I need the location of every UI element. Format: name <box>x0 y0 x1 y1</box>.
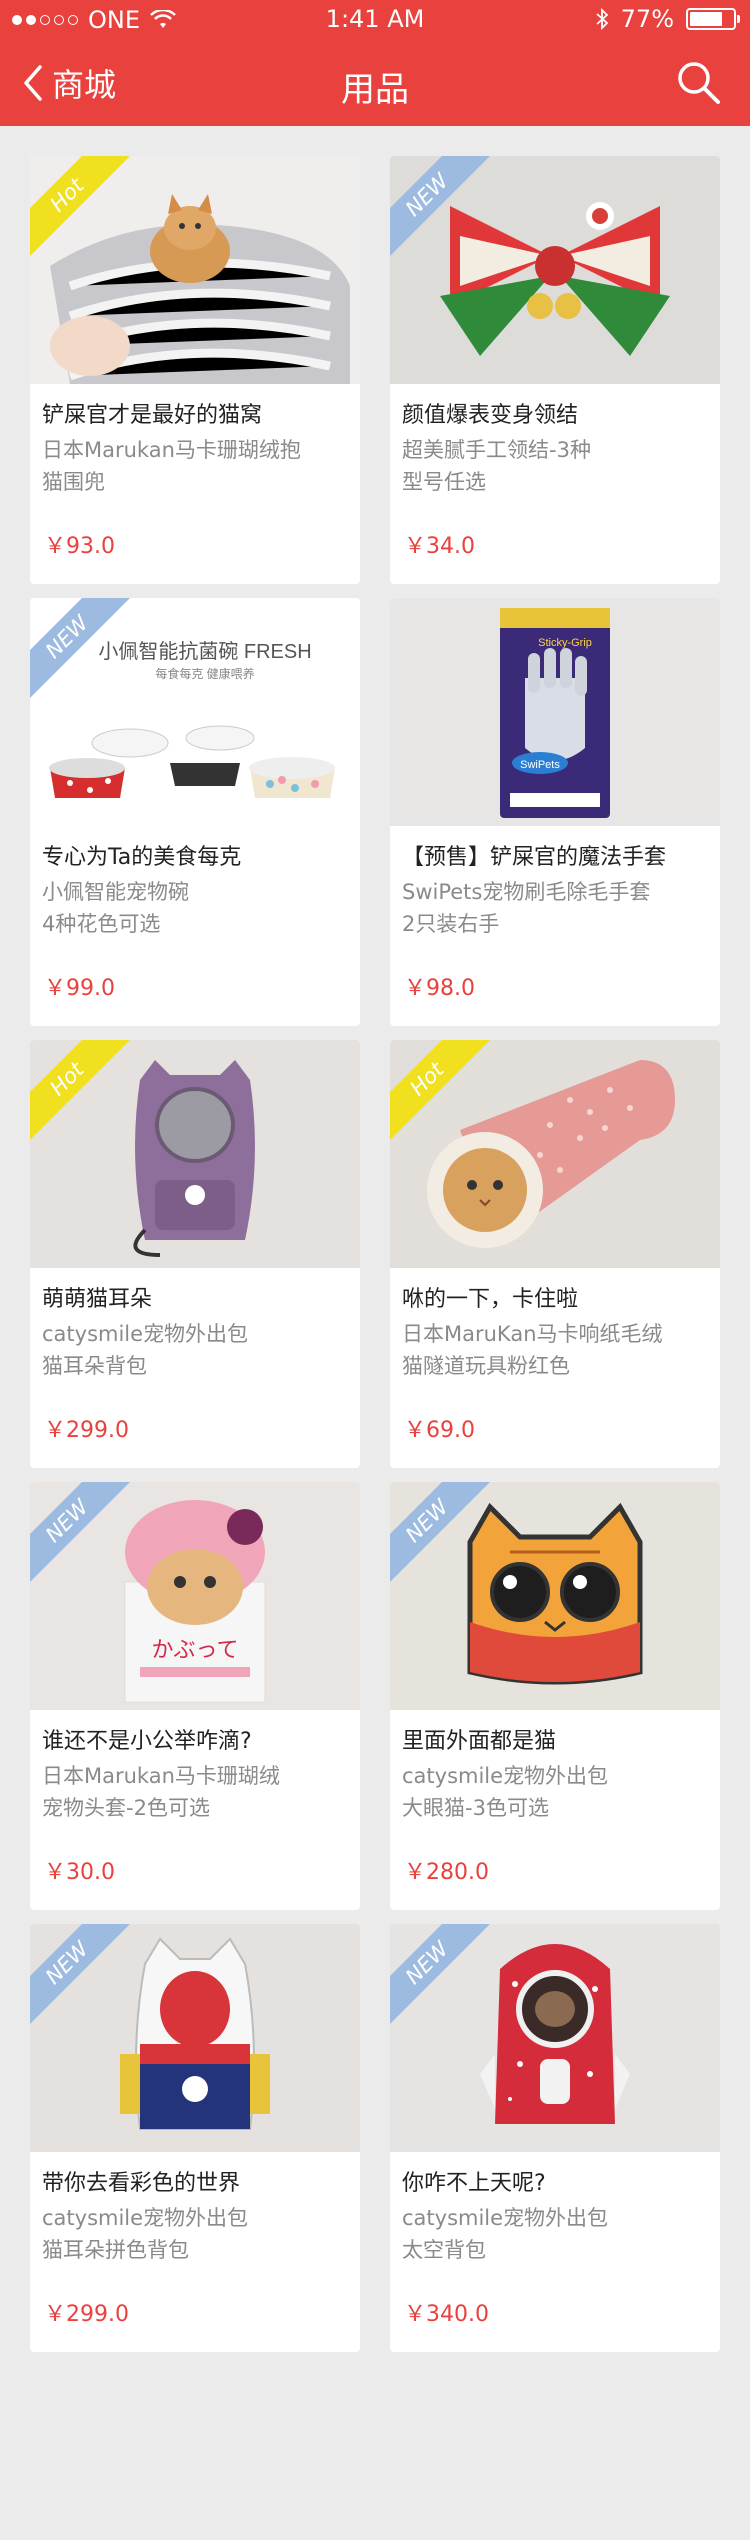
product-name: 里面外面都是猫 <box>402 1729 557 1754</box>
product-card[interactable]: 小佩智能抗菌碗 FRESH 每食每克 健康喂养 NEW 专心为Ta的美食每克 小… <box>30 598 360 1026</box>
product-info: 萌萌猫耳朵 catysmile宠物外出包 猫耳朵背包 <box>42 1284 350 1382</box>
product-name: 你咋不上天呢? <box>402 2171 546 2196</box>
product-price: ￥299.0 <box>44 1418 129 1443</box>
product-card[interactable]: SwiPets Sticky-Grip 【预售】铲屎官的魔法手套 SwiPets… <box>390 598 720 1026</box>
product-info: 谁还不是小公举咋滴? 日本Marukan马卡珊瑚绒 宠物头套-2色可选 <box>42 1726 350 1824</box>
glove-tagline-text: Sticky-Grip <box>538 637 592 649</box>
product-description: 日本Marukan马卡珊瑚绒 宠物头套-2色可选 <box>42 1764 280 1820</box>
product-description: catysmile宠物外出包 太空背包 <box>402 2206 609 2262</box>
product-price: ￥93.0 <box>44 534 115 559</box>
product-info: 【预售】铲屎官的魔法手套 SwiPets宠物刷毛除毛手套 2只装右手 <box>402 842 710 940</box>
product-card[interactable]: Hot 萌萌猫耳朵 catysmile宠物外出包 猫耳朵背包 ￥299.0 <box>30 1040 360 1468</box>
product-card[interactable]: NEW 颜值爆表变身领结 超美腻手工领结-3种 型号任选 ￥34.0 <box>390 156 720 584</box>
product-description: catysmile宠物外出包 大眼猫-3色可选 <box>402 1764 609 1820</box>
search-icon <box>678 62 720 104</box>
product-description: catysmile宠物外出包 猫耳朵背包 <box>42 1322 249 1378</box>
product-info: 你咋不上天呢? catysmile宠物外出包 太空背包 <box>402 2168 710 2266</box>
battery-percent: 77% <box>620 5 674 33</box>
search-button[interactable] <box>674 58 722 110</box>
product-card[interactable]: NEW 你咋不上天呢? catysmile宠物外出包 太空背包 ￥340.0 <box>390 1924 720 2352</box>
product-name: 颜值爆表变身领结 <box>402 403 579 428</box>
product-description: 小佩智能宠物碗 4种花色可选 <box>42 880 189 936</box>
product-description: 日本Marukan马卡珊瑚绒抱 猫围兜 <box>42 438 301 494</box>
product-description: 日本MaruKan马卡响纸毛绒 猫隧道玩具粉红色 <box>402 1322 663 1378</box>
product-price: ￥99.0 <box>44 976 115 1001</box>
product-card[interactable]: Hot 咻的一下，卡住啦 日本MaruKan马卡响纸毛绒 猫隧道玩具粉红色 ￥6… <box>390 1040 720 1468</box>
product-price: ￥98.0 <box>404 976 475 1001</box>
glove-brand-text: SwiPets <box>520 759 560 771</box>
product-description: 超美腻手工领结-3种 型号任选 <box>402 438 591 494</box>
bowl-brand-text: 小佩智能抗菌碗 FRESH <box>98 640 311 663</box>
page-title: 用品 <box>341 70 409 110</box>
product-info: 颜值爆表变身领结 超美腻手工领结-3种 型号任选 <box>402 400 710 498</box>
product-price: ￥340.0 <box>404 2302 489 2327</box>
product-info: 专心为Ta的美食每克 小佩智能宠物碗 4种花色可选 <box>42 842 350 940</box>
hood-brand-text: かぶって <box>152 1638 239 1663</box>
battery-icon <box>686 8 740 30</box>
product-name: 带你去看彩色的世界 <box>42 2171 241 2196</box>
status-bar: ONE 1:41 AM 77% <box>0 0 750 40</box>
status-right: 77% <box>595 5 740 33</box>
product-name: 【预售】铲屎官的魔法手套 <box>402 845 667 870</box>
product-info: 带你去看彩色的世界 catysmile宠物外出包 猫耳朵拼色背包 <box>42 2168 350 2266</box>
product-info: 咻的一下，卡住啦 日本MaruKan马卡响纸毛绒 猫隧道玩具粉红色 <box>402 1284 710 1382</box>
product-info: 里面外面都是猫 catysmile宠物外出包 大眼猫-3色可选 <box>402 1726 710 1824</box>
product-card[interactable]: Hot 铲屎官才是最好的猫窝 日本Marukan马卡珊瑚绒抱 猫围兜 ￥93.0 <box>30 156 360 584</box>
product-description: catysmile宠物外出包 猫耳朵拼色背包 <box>42 2206 249 2262</box>
product-name: 咻的一下，卡住啦 <box>402 1287 579 1312</box>
product-name: 萌萌猫耳朵 <box>42 1287 153 1312</box>
product-card[interactable]: かぶって NEW 谁还不是小公举咋滴? 日本Marukan马卡珊瑚绒 宠物头套-… <box>30 1482 360 1910</box>
product-price: ￥280.0 <box>404 1860 489 1885</box>
product-card[interactable]: NEW 里面外面都是猫 catysmile宠物外出包 大眼猫-3色可选 ￥280… <box>390 1482 720 1910</box>
product-image-grooming-glove[interactable]: SwiPets Sticky-Grip <box>390 598 720 826</box>
product-info: 铲屎官才是最好的猫窝 日本Marukan马卡珊瑚绒抱 猫围兜 <box>42 400 350 498</box>
bluetooth-icon <box>596 8 608 30</box>
product-name: 铲屎官才是最好的猫窝 <box>42 403 263 428</box>
product-price: ￥30.0 <box>44 1860 115 1885</box>
product-price: ￥69.0 <box>404 1418 475 1443</box>
nav-bar: 商城 用品 <box>0 40 750 126</box>
product-card[interactable]: NEW 带你去看彩色的世界 catysmile宠物外出包 猫耳朵拼色背包 ￥29… <box>30 1924 360 2352</box>
bowl-brand-subtext: 每食每克 健康喂养 <box>155 666 254 681</box>
product-name: 专心为Ta的美食每克 <box>42 845 242 870</box>
product-price: ￥299.0 <box>44 2302 129 2327</box>
product-description: SwiPets宠物刷毛除毛手套 2只装右手 <box>402 880 651 936</box>
product-name: 谁还不是小公举咋滴? <box>42 1729 252 1754</box>
product-price: ￥34.0 <box>404 534 475 559</box>
